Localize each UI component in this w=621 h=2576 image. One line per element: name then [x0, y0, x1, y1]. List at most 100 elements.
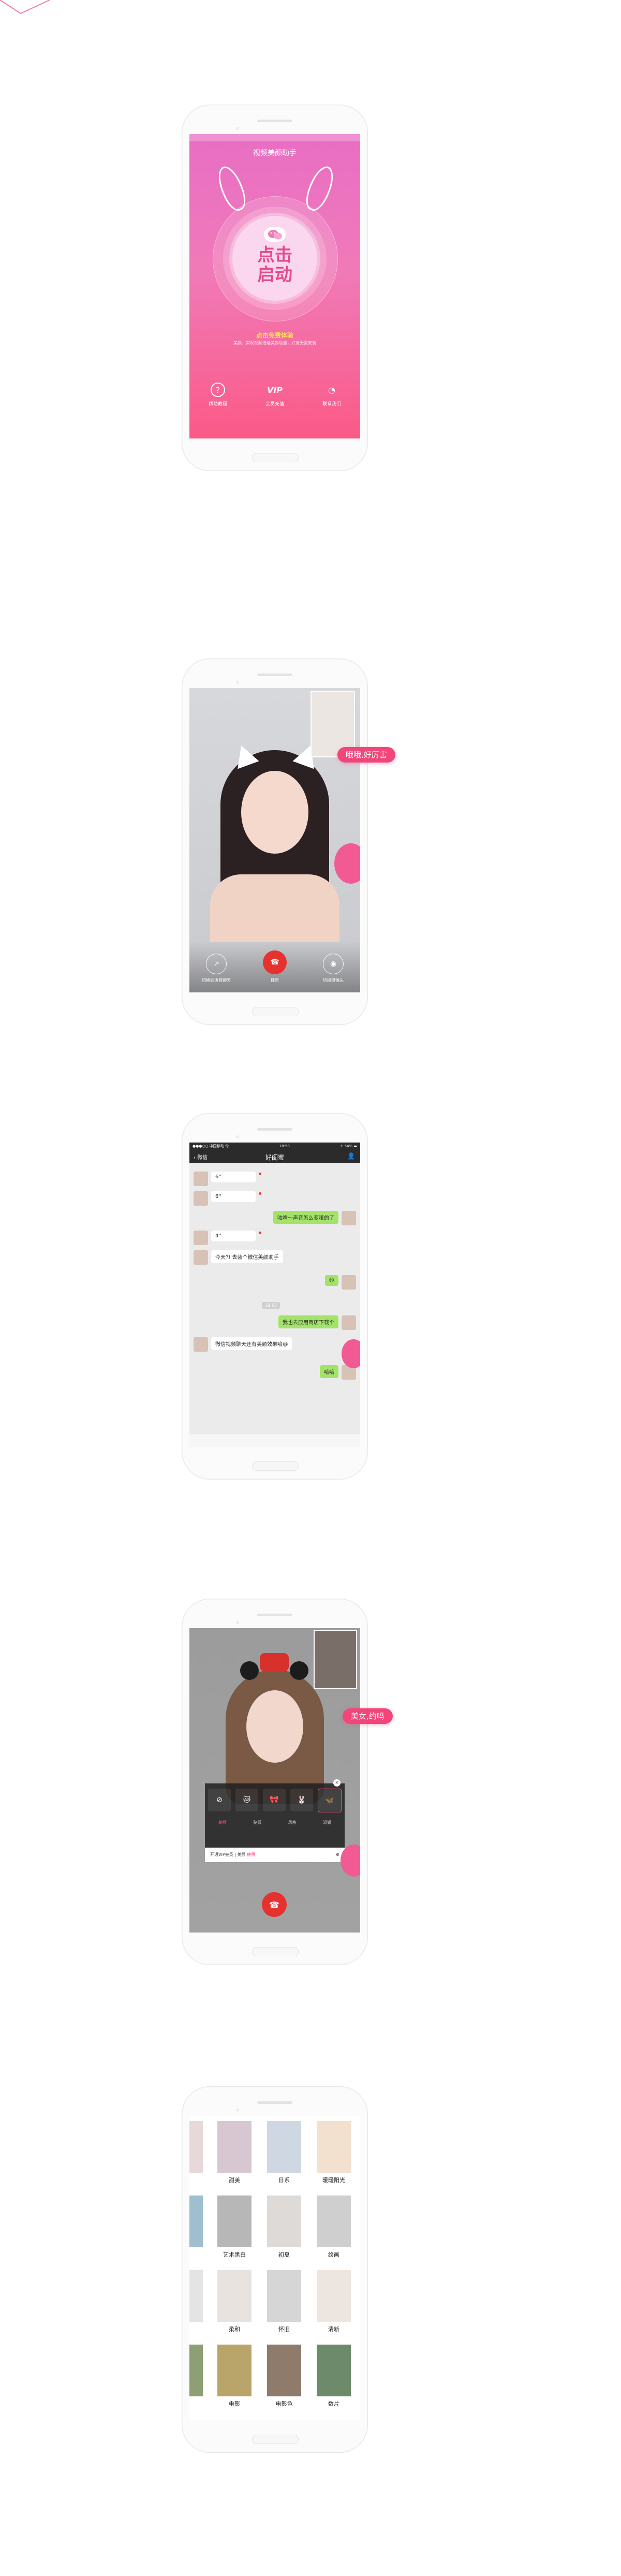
- sticker-none[interactable]: ⊘: [208, 1789, 231, 1811]
- close-icon[interactable]: ×: [333, 1779, 341, 1787]
- phone-speaker: [257, 2101, 292, 2104]
- home-button[interactable]: [252, 2435, 299, 2444]
- person-icon[interactable]: 👤: [347, 1152, 355, 1160]
- filter-label: 怀旧: [278, 2326, 290, 2333]
- tab-beauty[interactable]: 美颜: [218, 1820, 227, 1825]
- filter-thumb[interactable]: [189, 2196, 203, 2247]
- gear-icon[interactable]: ⚙: [336, 1848, 339, 1862]
- caller-hands: [210, 874, 339, 942]
- filter-thumb[interactable]: [317, 2345, 351, 2396]
- home-button[interactable]: [252, 1461, 299, 1471]
- menu-item-help[interactable]: ? 帮助教程: [197, 383, 239, 407]
- filter-grid: 美 甜美 日系 暖暖阳光 美 艺术黑白 初夏 绘画: [189, 2121, 360, 2419]
- vip-banner-link[interactable]: 使用: [247, 1852, 255, 1857]
- phone-mockup-start: 视频美颜助手 点击 启动 点击免费体验 美颜、实现视频通话美颜功能，好友无需安装…: [182, 105, 368, 471]
- sticker-butterfly[interactable]: 🦋: [318, 1789, 342, 1812]
- feature-description: 美颜、实现视频通话美颜功能，好友无需安装: [233, 341, 316, 345]
- filter-thumb[interactable]: [217, 2345, 252, 2396]
- sticker-cat[interactable]: 🐱: [235, 1789, 258, 1811]
- bunny-mascot: [342, 1339, 360, 1368]
- filter-thumb[interactable]: [217, 2121, 252, 2173]
- hangup-icon: ☎: [263, 950, 287, 974]
- red-bow: [260, 1653, 289, 1672]
- emoji-message[interactable]: 😊: [324, 1275, 338, 1286]
- text-message[interactable]: 哈哈: [320, 1365, 338, 1378]
- start-label-line1: 点击: [257, 245, 292, 266]
- help-icon: ?: [211, 383, 225, 397]
- hangup-icon: ☎: [269, 1899, 279, 1910]
- filter-label: 日系: [278, 2177, 290, 2184]
- message-row: 我也去应用商店下载个: [275, 1315, 356, 1330]
- hangup-button[interactable]: ☎: [262, 1892, 287, 1917]
- free-trial-promo[interactable]: 点击免费体验: [189, 331, 360, 340]
- sticker-bow[interactable]: 🎀: [263, 1789, 286, 1811]
- filter-thumb[interactable]: [317, 2270, 351, 2322]
- filter-label: 电影: [229, 2401, 240, 2407]
- sticker-bunny[interactable]: 🐰: [290, 1789, 313, 1811]
- unread-dot: [259, 1232, 261, 1234]
- filter-thumb[interactable]: [267, 2196, 301, 2247]
- switch-to-voice-button[interactable]: ↗ 切换到语音聊天: [195, 954, 238, 983]
- chat-input-bar[interactable]: [189, 1433, 360, 1447]
- filter-thumb[interactable]: [267, 2121, 301, 2173]
- filter-thumb[interactable]: [189, 2270, 203, 2322]
- self-preview-video[interactable]: [314, 1630, 357, 1689]
- vip-banner-text: 开通VIP会员 | 美颜: [210, 1852, 246, 1857]
- filter-label: 绘画: [328, 2251, 339, 2258]
- avatar: [194, 1172, 208, 1186]
- mouse-ear-right: [290, 1661, 308, 1680]
- home-button[interactable]: [252, 1007, 299, 1016]
- hangup-button[interactable]: ☎ 挂断: [253, 950, 297, 983]
- tab-stickers[interactable]: 贴纸: [253, 1820, 261, 1825]
- text-message[interactable]: 微信视频聊天还有美颜效果哈😄: [211, 1337, 292, 1350]
- message-row: 4'': [194, 1231, 261, 1245]
- filter-thumb[interactable]: [267, 2345, 301, 2396]
- filter-thumb[interactable]: [317, 2196, 351, 2247]
- voice-message[interactable]: 6'': [211, 1172, 256, 1182]
- text-message[interactable]: 今天?! 去装个微信美颜助手: [211, 1250, 283, 1263]
- menu-item-vip[interactable]: VIP 会员充值: [254, 383, 295, 407]
- menu-item-contact[interactable]: ◔ 联系我们: [311, 383, 352, 407]
- filter-thumb[interactable]: [267, 2270, 301, 2322]
- avatar: [194, 1231, 208, 1245]
- filter-thumb[interactable]: [189, 2121, 203, 2173]
- menu-item-label: 帮助教程: [208, 402, 227, 407]
- start-label[interactable]: 点击 启动: [232, 245, 317, 285]
- minnie-bow-sticker: [240, 1653, 308, 1684]
- switch-icon: ↗: [206, 954, 227, 974]
- filter-row: 美 甜美 日系 暖暖阳光: [189, 2121, 360, 2196]
- app-title: 视频美颜助手: [253, 149, 297, 157]
- unread-dot: [259, 1192, 261, 1195]
- text-message[interactable]: 咕噜～声音怎么变哑的了: [273, 1211, 338, 1224]
- message-row: 6'': [194, 1172, 261, 1186]
- filter-label: 艺术黑白: [223, 2251, 246, 2258]
- wechat-icon: [264, 227, 286, 242]
- filter-label: 柔和: [229, 2326, 240, 2333]
- vip-icon: VIP: [267, 385, 283, 395]
- filter-thumb[interactable]: [217, 2270, 252, 2322]
- phone-camera: [236, 127, 239, 130]
- sticker-call-screen: × ⊘ 🐱 🎀 🐰 🦋 美颜 贴纸 风格 滤镜 开通VIP会员 | 美颜 使用 …: [189, 1628, 360, 1933]
- filter-row: 电影 电影色 数片: [189, 2345, 360, 2419]
- switch-camera-button[interactable]: ◉ 切换摄像头: [312, 954, 355, 983]
- home-button[interactable]: [252, 453, 299, 462]
- tab-style[interactable]: 风格: [288, 1820, 297, 1825]
- sticker-list: ⊘ 🐱 🎀 🐰 🦋: [208, 1789, 342, 1812]
- home-button[interactable]: [252, 1947, 299, 1956]
- message-row: 😊: [322, 1275, 356, 1290]
- avatar: [194, 1191, 208, 1206]
- voice-message[interactable]: 6'': [211, 1191, 256, 1202]
- filter-thumb[interactable]: [189, 2345, 203, 2396]
- tab-filter[interactable]: 滤镜: [323, 1820, 331, 1825]
- avatar: [342, 1315, 356, 1330]
- mouse-ear-left: [240, 1661, 259, 1680]
- vip-banner[interactable]: 开通VIP会员 | 美颜 使用 ⚙: [205, 1848, 345, 1862]
- filter-thumb[interactable]: [217, 2196, 252, 2247]
- battery-indicator: ✈ 54% ▬: [340, 1144, 358, 1148]
- filter-thumb[interactable]: [317, 2121, 351, 2173]
- chat-screen: ●●●○○ 中国移动 令 18:58 ✈ 54% ▬ ‹ 微信 好闺蜜 👤 6'…: [189, 1143, 360, 1447]
- text-message[interactable]: 我也去应用商店下载个: [278, 1315, 338, 1328]
- status-time: 18:58: [279, 1144, 290, 1148]
- avatar: [342, 1211, 356, 1225]
- voice-message[interactable]: 4'': [211, 1231, 256, 1241]
